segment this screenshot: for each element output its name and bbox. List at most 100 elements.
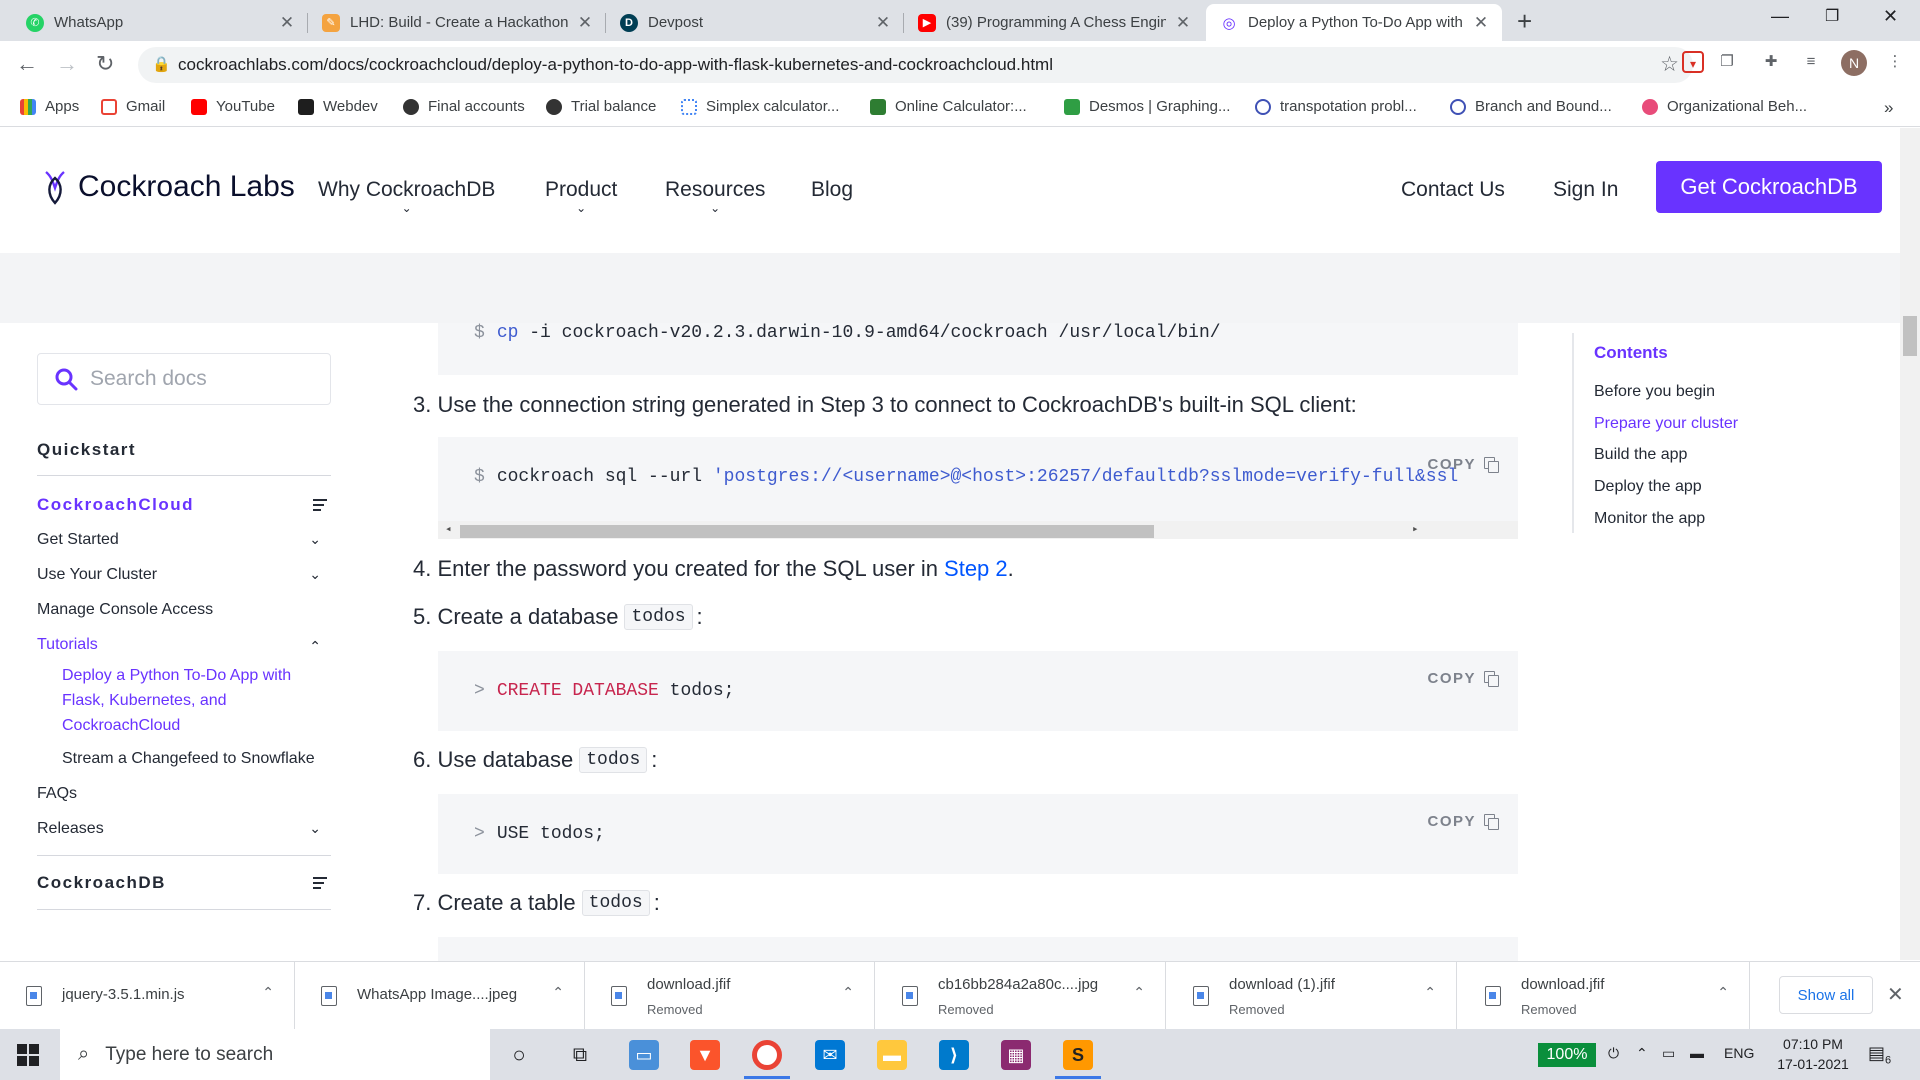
copy-button[interactable]: COPY — [1427, 670, 1499, 687]
tab-lhd-build[interactable]: ✎ LHD: Build - Create a Hackathon ✕ — [308, 4, 606, 41]
close-icon[interactable]: ✕ — [576, 13, 594, 33]
extensions-puzzle-icon[interactable]: ✚ — [1760, 51, 1782, 73]
copy-button[interactable]: COPY — [1427, 813, 1499, 830]
extension-pocket-icon[interactable]: ▾ — [1682, 51, 1704, 73]
tab-cockroach-active[interactable]: ◎ Deploy a Python To-Do App with ✕ — [1206, 4, 1502, 41]
battery-icon[interactable]: ▬ — [1690, 1045, 1704, 1061]
window-close-icon[interactable]: ✕ — [1883, 6, 1898, 27]
download-item[interactable]: download (1).jfif Removed ⌃ — [1167, 962, 1457, 1030]
chevron-down-icon[interactable]: ⌄ — [309, 820, 321, 837]
download-item[interactable]: cb16bb284a2a80c....jpg Removed ⌃ — [876, 962, 1166, 1030]
chevron-down-icon[interactable]: ⌄ — [309, 531, 321, 548]
download-item[interactable]: WhatsApp Image....jpeg ⌃ — [295, 962, 585, 1030]
chevron-up-icon[interactable]: ⌃ — [1636, 1045, 1648, 1062]
address-bar[interactable]: 🔒 cockroachlabs.com/docs/cockroachcloud/… — [138, 47, 1693, 83]
bookmark-transportation[interactable]: transpotation probl... — [1255, 98, 1417, 115]
notification-icon[interactable]: ▤6 — [1868, 1043, 1891, 1067]
sidebar-item-manage-console-access[interactable]: Manage Console Access — [37, 601, 331, 619]
language-indicator[interactable]: ENG — [1724, 1045, 1754, 1061]
bookmark-star-icon[interactable]: ☆ — [1660, 52, 1679, 77]
toc-item-build-app[interactable]: Build the app — [1594, 446, 1687, 464]
profile-avatar[interactable]: N — [1841, 50, 1867, 76]
bookmark-trial-balance[interactable]: Trial balance — [546, 98, 656, 115]
step-2-link[interactable]: Step 2 — [944, 556, 1008, 582]
chevron-up-icon[interactable]: ⌃ — [552, 984, 564, 1001]
bookmark-branch-bound[interactable]: Branch and Bound... — [1450, 98, 1612, 115]
bookmark-organizational[interactable]: Organizational Beh... — [1642, 98, 1807, 115]
sign-in-link[interactable]: Sign In — [1553, 178, 1618, 202]
search-box[interactable] — [37, 353, 331, 405]
vscode-icon[interactable]: ⟩ — [939, 1040, 969, 1070]
extension-copy-icon[interactable]: ❐ — [1716, 51, 1738, 73]
bookmark-online-calculator[interactable]: Online Calculator:... — [870, 98, 1027, 115]
quickstart-heading[interactable]: Quickstart — [37, 440, 136, 460]
scrollbar-thumb[interactable] — [460, 525, 1154, 538]
bookmark-youtube[interactable]: YouTube — [191, 98, 275, 115]
toc-item-before-you-begin[interactable]: Before you begin — [1594, 383, 1715, 401]
windows-start-icon[interactable] — [17, 1044, 39, 1066]
sidebar-item-faqs[interactable]: FAQs — [37, 785, 331, 803]
task-view-icon[interactable]: ⧉ — [565, 1040, 595, 1070]
contact-us-link[interactable]: Contact Us — [1401, 178, 1505, 202]
nav-resources[interactable]: Resources ⌄ — [665, 178, 765, 214]
minimize-icon[interactable]: — — [1771, 6, 1789, 27]
taskbar-search[interactable]: ⌕ Type here to search — [60, 1029, 490, 1080]
show-all-button[interactable]: Show all — [1779, 976, 1873, 1014]
search-input[interactable] — [90, 367, 300, 391]
scroll-left-icon[interactable]: ◂ — [445, 522, 452, 536]
cortana-icon[interactable]: ○ — [504, 1040, 534, 1070]
brave-browser-icon[interactable]: ▼ — [690, 1040, 720, 1070]
bookmarks-overflow-icon[interactable]: » — [1884, 98, 1893, 118]
scroll-right-icon[interactable]: ▸ — [1412, 522, 1419, 536]
clock[interactable]: 07:10 PM 17-01-2021 — [1768, 1034, 1858, 1074]
sidebar-item-get-started[interactable]: Get Started ⌄ — [37, 531, 331, 549]
network-icon[interactable]: ▭ — [1662, 1045, 1675, 1062]
tab-whatsapp[interactable]: ✆ WhatsApp ✕ — [12, 4, 308, 41]
sidebar-subitem-deploy-python[interactable]: Deploy a Python To-Do App with Flask, Ku… — [62, 663, 312, 738]
close-icon[interactable]: ✕ — [1174, 13, 1192, 33]
menu-lines-icon[interactable] — [313, 877, 327, 892]
chevron-up-icon[interactable]: ⌃ — [1133, 984, 1145, 1001]
download-item[interactable]: download.jfif Removed ⌃ — [1459, 962, 1750, 1030]
menu-kebab-icon[interactable]: ⋮ — [1884, 51, 1906, 73]
chevron-down-icon[interactable]: ⌄ — [309, 566, 321, 583]
toc-item-prepare-cluster[interactable]: Prepare your cluster — [1594, 415, 1738, 433]
copy-button[interactable]: COPY — [1427, 456, 1499, 473]
chevron-up-icon[interactable]: ⌃ — [262, 984, 274, 1001]
toc-item-monitor-app[interactable]: Monitor the app — [1594, 510, 1705, 528]
bookmark-simplex[interactable]: Simplex calculator... — [681, 98, 839, 115]
chrome-icon[interactable] — [752, 1040, 782, 1070]
close-icon[interactable]: ✕ — [874, 13, 892, 33]
bookmark-desmos[interactable]: Desmos | Graphing... — [1064, 98, 1230, 115]
toc-item-deploy-app[interactable]: Deploy the app — [1594, 478, 1702, 496]
chevron-up-icon[interactable]: ⌃ — [842, 984, 854, 1001]
sidebar-item-use-your-cluster[interactable]: Use Your Cluster ⌄ — [37, 566, 331, 584]
close-icon[interactable]: ✕ — [1887, 982, 1904, 1007]
menu-lines-icon[interactable] — [313, 499, 327, 514]
download-item[interactable]: download.jfif Removed ⌃ — [585, 962, 875, 1030]
chevron-up-icon[interactable]: ⌃ — [1424, 984, 1436, 1001]
sidebar-item-tutorials[interactable]: Tutorials ⌃ — [37, 636, 331, 654]
cockroachcloud-heading[interactable]: CockroachCloud — [37, 495, 331, 515]
back-icon[interactable]: ← — [16, 51, 38, 77]
close-icon[interactable]: ✕ — [1472, 13, 1490, 33]
winrar-icon[interactable]: ▦ — [1001, 1040, 1031, 1070]
bookmark-final-accounts[interactable]: Final accounts — [403, 98, 525, 115]
power-plug-icon[interactable]: ⏻ — [1608, 1045, 1619, 1062]
battery-percentage[interactable]: 100% — [1538, 1043, 1596, 1067]
chevron-up-icon[interactable]: ⌃ — [1717, 984, 1729, 1001]
mail-icon[interactable]: ✉ — [815, 1040, 845, 1070]
bookmark-webdev[interactable]: Webdev — [298, 98, 378, 115]
download-item[interactable]: jquery-3.5.1.min.js ⌃ — [0, 962, 295, 1030]
nav-product[interactable]: Product ⌄ — [545, 178, 617, 214]
sidebar-subitem-stream-changefeed[interactable]: Stream a Changefeed to Snowflake — [62, 750, 332, 768]
chevron-up-icon[interactable]: ⌃ — [309, 638, 321, 655]
bookmark-gmail[interactable]: Gmail — [101, 98, 165, 115]
page-scrollbar[interactable] — [1900, 128, 1920, 960]
tab-devpost[interactable]: D Devpost ✕ — [606, 4, 904, 41]
cockroach-labs-logo[interactable]: Cockroach Labs — [42, 168, 295, 206]
file-explorer-icon[interactable]: ▬ — [877, 1040, 907, 1070]
cockroachdb-heading[interactable]: CockroachDB — [37, 873, 331, 893]
computer-icon[interactable]: ▭ — [629, 1040, 659, 1070]
scrollbar-thumb[interactable] — [1903, 316, 1917, 356]
